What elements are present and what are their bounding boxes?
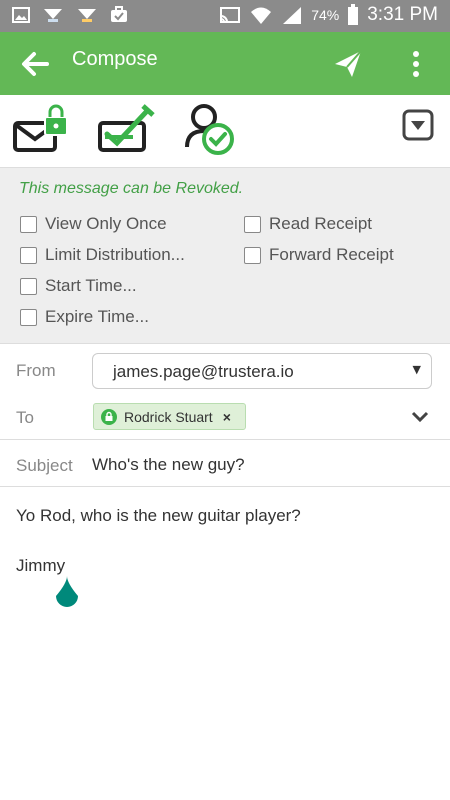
from-label: From xyxy=(16,361,56,380)
checkbox[interactable] xyxy=(20,215,37,233)
from-value: james.page@trustera.io xyxy=(113,362,294,381)
signal-icon xyxy=(283,7,302,24)
text-cursor-handle[interactable] xyxy=(54,575,80,609)
battery-icon xyxy=(348,4,359,25)
divider xyxy=(0,439,450,440)
checkbox[interactable] xyxy=(244,215,261,233)
option-expire-time[interactable]: Expire Time... xyxy=(20,307,149,327)
status-bar: 74% 3:31 PM xyxy=(0,0,450,32)
option-label: View Only Once xyxy=(45,214,167,233)
checkbox[interactable] xyxy=(244,246,261,264)
select-caret-icon: ▼ xyxy=(412,363,421,376)
message-options-panel: This message can be Revoked. View Only O… xyxy=(0,168,450,344)
option-label: Limit Distribution... xyxy=(45,245,185,264)
page-title: Compose xyxy=(72,48,158,70)
option-label: Expire Time... xyxy=(45,307,149,326)
option-limit-distribution[interactable]: Limit Distribution... xyxy=(20,245,185,265)
back-arrow-icon[interactable] xyxy=(20,49,50,79)
contact-verified-icon[interactable] xyxy=(182,101,242,157)
secure-mail-icon[interactable] xyxy=(12,101,72,153)
option-read-receipt[interactable]: Read Receipt xyxy=(244,214,372,234)
download-icon xyxy=(44,9,62,22)
option-forward-receipt[interactable]: Forward Receipt xyxy=(244,245,394,265)
chevron-down-icon[interactable] xyxy=(410,410,430,424)
lock-icon xyxy=(101,408,117,425)
revoke-notice: This message can be Revoked. xyxy=(19,180,244,197)
wifi-icon xyxy=(251,7,272,24)
option-view-only-once[interactable]: View Only Once xyxy=(20,214,167,234)
briefcase-icon xyxy=(111,6,127,22)
option-label: Forward Receipt xyxy=(269,245,394,264)
subject-label: Subject xyxy=(16,456,73,475)
remove-recipient-button[interactable]: × xyxy=(223,409,231,425)
image-icon xyxy=(12,7,30,23)
download-icon xyxy=(78,9,96,22)
checkbox[interactable] xyxy=(20,277,37,295)
dropdown-toggle-icon[interactable] xyxy=(402,109,434,141)
checkbox[interactable] xyxy=(20,246,37,264)
more-vert-icon[interactable] xyxy=(406,48,426,80)
option-start-time[interactable]: Start Time... xyxy=(20,276,137,296)
body-signature: Jimmy xyxy=(16,556,66,575)
clock: 3:31 PM xyxy=(367,4,438,25)
checkbox[interactable] xyxy=(20,308,37,326)
body-line: Yo Rod, who is the new guitar player? xyxy=(16,506,301,525)
security-toolbar xyxy=(0,95,450,168)
option-label: Read Receipt xyxy=(269,214,373,233)
divider xyxy=(0,486,450,487)
cast-icon xyxy=(220,7,241,23)
recipient-name: Rodrick Stuart xyxy=(124,408,213,425)
verified-mail-icon[interactable] xyxy=(97,101,157,153)
from-select[interactable]: james.page@trustera.io ▼ xyxy=(92,353,432,389)
app-bar: Compose xyxy=(0,32,450,95)
recipient-chip[interactable]: Rodrick Stuart × xyxy=(93,403,246,430)
subject-field[interactable]: Who's the new guy? xyxy=(92,455,245,475)
battery-percent: 74% xyxy=(311,7,340,23)
to-label: To xyxy=(16,408,34,427)
send-icon[interactable] xyxy=(332,48,364,80)
option-label: Start Time... xyxy=(45,276,137,295)
